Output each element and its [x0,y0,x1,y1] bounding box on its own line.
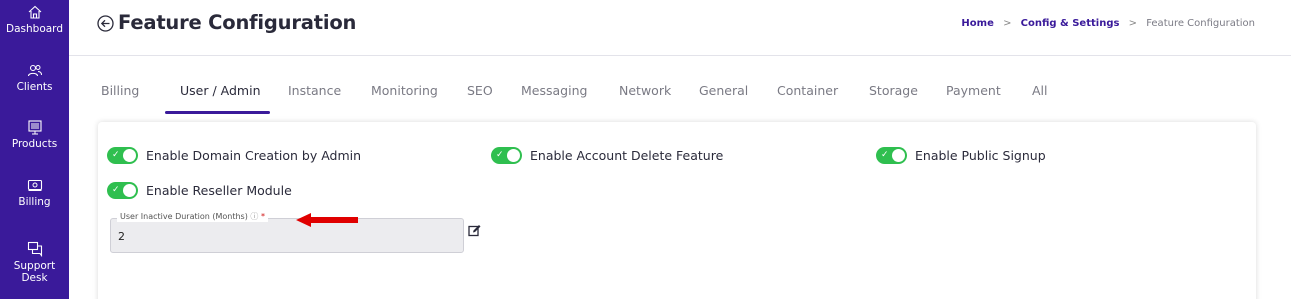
help-icon[interactable]: ⓘ [250,212,258,221]
tab-monitoring[interactable]: Monitoring [371,83,438,98]
public-signup-toggle[interactable]: ✓ [876,147,907,164]
toggle-knob [892,149,905,162]
toggle-row-account-delete: ✓ Enable Account Delete Feature [491,147,723,164]
sidebar-item-support-desk[interactable]: Support Desk [0,241,69,284]
toggle-label: Enable Public Signup [915,148,1046,163]
inactive-duration-label: User Inactive Duration (Months) ⓘ * [117,211,268,222]
tab-storage[interactable]: Storage [869,83,918,98]
toggle-row-reseller-module: ✓ Enable Reseller Module [107,182,292,199]
toggle-label: Enable Account Delete Feature [530,148,724,163]
back-arrow-icon[interactable] [97,15,114,32]
breadcrumb-separator: > [1003,18,1012,29]
sidebar-item-products[interactable]: Products [0,119,69,150]
toggle-knob [123,184,136,197]
account-delete-toggle[interactable]: ✓ [491,147,522,164]
check-icon: ✓ [112,185,120,195]
tab-seo[interactable]: SEO [467,83,493,98]
active-tab-indicator [165,111,270,114]
domain-creation-toggle[interactable]: ✓ [107,147,138,164]
inactive-duration-field[interactable]: 2 [110,218,464,253]
settings-tabs: Billing User / Admin Instance Monitoring… [69,78,1291,118]
toggle-row-public-signup: ✓ Enable Public Signup [876,147,1046,164]
sidebar-item-label: Clients [16,81,53,93]
check-icon: ✓ [496,150,504,160]
toggle-label: Enable Reseller Module [146,183,292,198]
sidebar-item-clients[interactable]: Clients [0,62,69,93]
toggle-row-domain-creation: ✓ Enable Domain Creation by Admin [107,147,361,164]
page-title: Feature Configuration [118,11,357,34]
breadcrumb-config-link[interactable]: Config & Settings [1021,18,1120,29]
tab-user-admin[interactable]: User / Admin [180,83,261,98]
reseller-module-toggle[interactable]: ✓ [107,182,138,199]
tab-payment[interactable]: Payment [946,83,1001,98]
breadcrumb-separator: > [1128,18,1138,29]
sidebar: Dashboard Clients Products Billing Suppo… [0,0,69,299]
app-root: Dashboard Clients Products Billing Suppo… [0,0,1291,299]
inactive-duration-value: 2 [118,230,125,243]
check-icon: ✓ [881,150,889,160]
edit-icon[interactable] [468,224,481,237]
tab-container[interactable]: Container [777,83,838,98]
toggle-label: Enable Domain Creation by Admin [146,148,362,163]
tab-messaging[interactable]: Messaging [521,83,587,98]
breadcrumb: Home > Config & Settings > Feature Confi… [961,18,1255,29]
check-icon: ✓ [112,150,120,160]
sidebar-item-label: Dashboard [6,23,63,35]
tab-instance[interactable]: Instance [288,83,341,98]
tab-billing[interactable]: Billing [101,83,139,98]
sidebar-item-label: Products [11,138,58,150]
sidebar-item-billing[interactable]: Billing [0,177,69,208]
field-label-text: User Inactive Duration (Months) [120,212,248,221]
sidebar-item-dashboard[interactable]: Dashboard [0,4,69,35]
home-icon [28,5,41,19]
page-header: Feature Configuration Home > Config & Se… [69,0,1291,56]
billing-icon [27,179,42,191]
breadcrumb-current: Feature Configuration [1146,18,1255,29]
annotation-arrow-icon [296,213,358,227]
sidebar-item-label: Support Desk [13,260,56,284]
products-icon [27,120,42,135]
tab-all[interactable]: All [1032,83,1048,98]
tab-network[interactable]: Network [619,83,671,98]
required-marker: * [260,212,265,221]
toggle-knob [123,149,136,162]
support-icon [27,241,42,257]
sidebar-item-label: Billing [18,196,51,208]
breadcrumb-home-link[interactable]: Home [961,18,993,29]
tab-general[interactable]: General [699,83,748,98]
toggle-knob [507,149,520,162]
users-icon [27,64,42,77]
